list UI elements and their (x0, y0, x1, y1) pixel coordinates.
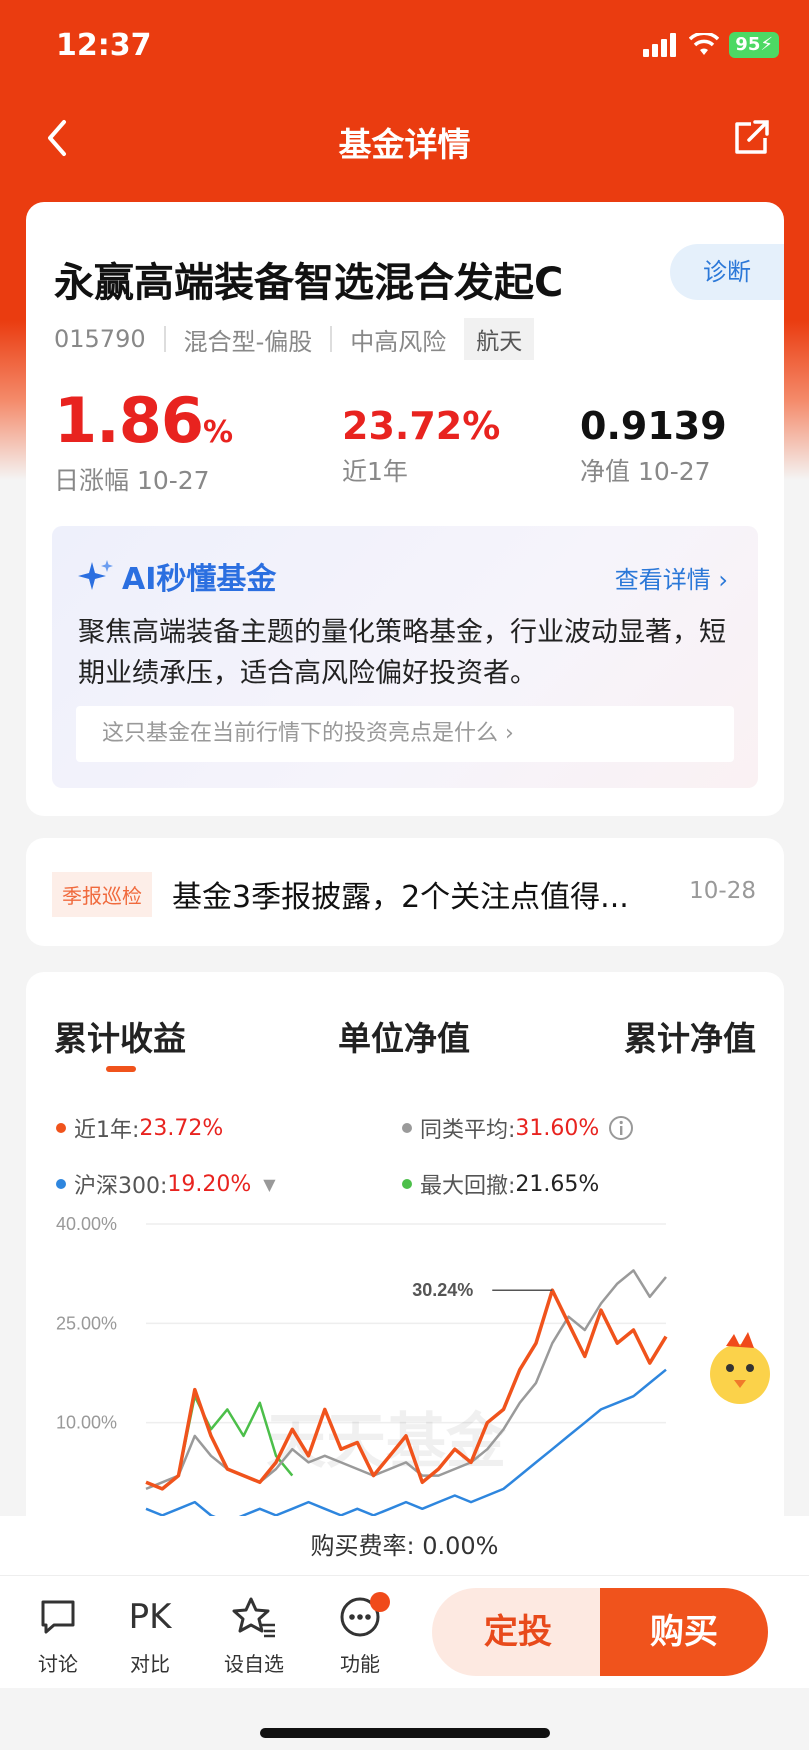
tab-unit-nav[interactable]: 单位净值 (338, 1012, 470, 1060)
compare-label: 对比 (130, 1652, 170, 1676)
legend-dot (402, 1179, 412, 1189)
page-title: 基金详情 (338, 125, 471, 164)
return-line-chart[interactable]: 40.00% 25.00% 10.00% 天天基金 30.24% (26, 1202, 784, 1532)
legend-year: 近1年: 23.72% (56, 1112, 223, 1144)
battery-indicator: 95⚡ (729, 32, 779, 58)
chevron-right-icon: › (718, 566, 728, 594)
status-icons: 95⚡ (643, 32, 779, 58)
notification-dot (370, 1592, 390, 1612)
legend-peer-label: 同类平均: (420, 1118, 516, 1143)
chat-bubble-icon (18, 1594, 98, 1640)
info-icon[interactable] (607, 1114, 635, 1142)
nav-label: 净值 10-27 (580, 457, 711, 486)
discuss-button[interactable]: 讨论 (18, 1594, 98, 1677)
purchase-fee-bar: 购买费率: 0.00% (0, 1516, 809, 1576)
daily-change-label: 日涨幅 10-27 (54, 466, 210, 495)
legend-dot (56, 1179, 66, 1189)
news-headline: 基金3季报披露，2个关注点值得... (172, 880, 629, 915)
pk-icon: PK (128, 1597, 172, 1637)
buy-button[interactable]: 购买 (600, 1588, 768, 1676)
daily-change-unit: % (202, 415, 233, 450)
fund-code: 015790 (54, 325, 146, 353)
watchlist-label: 设自选 (224, 1652, 284, 1676)
ai-more-label: 查看详情 (614, 566, 711, 594)
legend-hs300-value: 19.20% (167, 1171, 252, 1197)
battery-level: 95 (735, 34, 761, 55)
daily-change-number: 1.86 (54, 384, 204, 457)
chevron-right-icon: › (505, 721, 514, 746)
legend-hs300[interactable]: 沪深300: 19.20% ▼ (56, 1168, 276, 1200)
legend-year-label: 近1年: (74, 1118, 140, 1143)
year-return-value: 23.72% (342, 404, 501, 448)
fund-name: 永赢高端装备智选混合发起C (54, 260, 564, 306)
star-list-icon (214, 1594, 294, 1640)
ai-suggested-question[interactable]: 这只基金在当前行情下的投资亮点是什么 › (76, 706, 734, 762)
news-card[interactable]: 季报巡检 基金3季报披露，2个关注点值得... 10-28 (26, 838, 784, 946)
functions-label: 功能 (340, 1652, 380, 1676)
caret-down-icon: ▼ (263, 1174, 276, 1194)
fund-theme-tag[interactable]: 航天 (464, 318, 535, 360)
discuss-label: 讨论 (38, 1652, 78, 1676)
ai-title-text: AI秒懂基金 (122, 562, 277, 597)
daily-change-stat: 1.86% 日涨幅 10-27 (54, 384, 233, 497)
tab-cumulative-nav[interactable]: 累计净值 (624, 1012, 756, 1060)
ai-title: AI秒懂基金 (76, 554, 276, 598)
watermark: 天天基金 (266, 1407, 507, 1477)
diagnose-button[interactable]: 诊断 (670, 244, 784, 300)
legend-dot (402, 1123, 412, 1133)
fund-info-card: 永赢高端装备智选混合发起C 诊断 015790 混合型-偏股 中高风险 航天 1… (26, 202, 784, 816)
share-icon[interactable] (729, 116, 773, 160)
home-indicator-area (0, 1688, 809, 1750)
legend-drawdown-label: 最大回撤: (420, 1174, 516, 1199)
sparkle-icon (78, 560, 113, 590)
fund-risk: 中高风险 (350, 327, 447, 356)
legend-drawdown-value: 21.65% (515, 1171, 600, 1197)
performance-chart-card: 累计收益 单位净值 累计净值 近1年: 23.72% 同类平均: 31.60% … (26, 972, 784, 1532)
nav-stat: 0.9139 净值 10-27 (580, 384, 727, 488)
nav-bar: 基金详情 (0, 100, 809, 178)
news-tag: 季报巡检 (52, 872, 152, 917)
y-tick-label: 40.00% (56, 1214, 117, 1234)
tab-cumulative-return[interactable]: 累计收益 (54, 1012, 186, 1060)
status-bar: 12:37 95⚡ (0, 0, 809, 100)
mascot-chick-icon[interactable] (710, 1332, 770, 1404)
status-time: 12:37 (56, 28, 152, 63)
tab-active-indicator (106, 1066, 136, 1072)
fund-meta: 015790 混合型-偏股 中高风险 航天 (54, 318, 535, 360)
ai-more-link[interactable]: 查看详情 › (615, 560, 728, 595)
legend-dot (56, 1123, 66, 1133)
auto-invest-button[interactable]: 定投 (432, 1588, 604, 1676)
divider (163, 326, 166, 352)
y-tick-label: 10.00% (56, 1413, 117, 1433)
signal-icon (643, 33, 677, 57)
add-watchlist-button[interactable]: 设自选 (214, 1594, 294, 1677)
compare-button[interactable]: PK 对比 (110, 1594, 190, 1677)
year-return-label: 近1年 (342, 457, 408, 486)
annotation-label: 30.24% (412, 1280, 473, 1300)
wifi-icon (689, 33, 720, 55)
legend-peer-value: 31.60% (515, 1115, 600, 1141)
news-date: 10-28 (689, 878, 756, 904)
fund-type: 混合型-偏股 (183, 327, 313, 356)
divider (330, 326, 333, 352)
ai-question-text: 这只基金在当前行情下的投资亮点是什么 (102, 721, 499, 746)
legend-year-value: 23.72% (139, 1115, 224, 1141)
legend-drawdown: 最大回撤: 21.65% (402, 1168, 599, 1200)
nav-value: 0.9139 (580, 404, 727, 448)
y-tick-label: 25.00% (56, 1313, 117, 1333)
legend-hs300-label: 沪深300: (74, 1174, 168, 1199)
functions-button[interactable]: 功能 (320, 1592, 400, 1677)
more-circle-icon (320, 1592, 400, 1640)
ai-summary-text: 聚焦高端装备主题的量化策略基金，行业波动显著，短期业绩承压，适合高风险偏好投资者… (78, 617, 726, 689)
home-indicator[interactable] (260, 1728, 550, 1738)
daily-change-value: 1.86% (54, 384, 233, 457)
year-return-stat: 23.72% 近1年 (342, 384, 500, 488)
ai-summary-box[interactable]: AI秒懂基金 查看详情 › 聚焦高端装备主题的量化策略基金，行业波动显著，短期业… (52, 526, 758, 788)
bottom-action-bar: 讨论 PK 对比 设自选 功能 定投 购买 (0, 1576, 809, 1688)
legend-peer: 同类平均: 31.60% (402, 1112, 635, 1144)
